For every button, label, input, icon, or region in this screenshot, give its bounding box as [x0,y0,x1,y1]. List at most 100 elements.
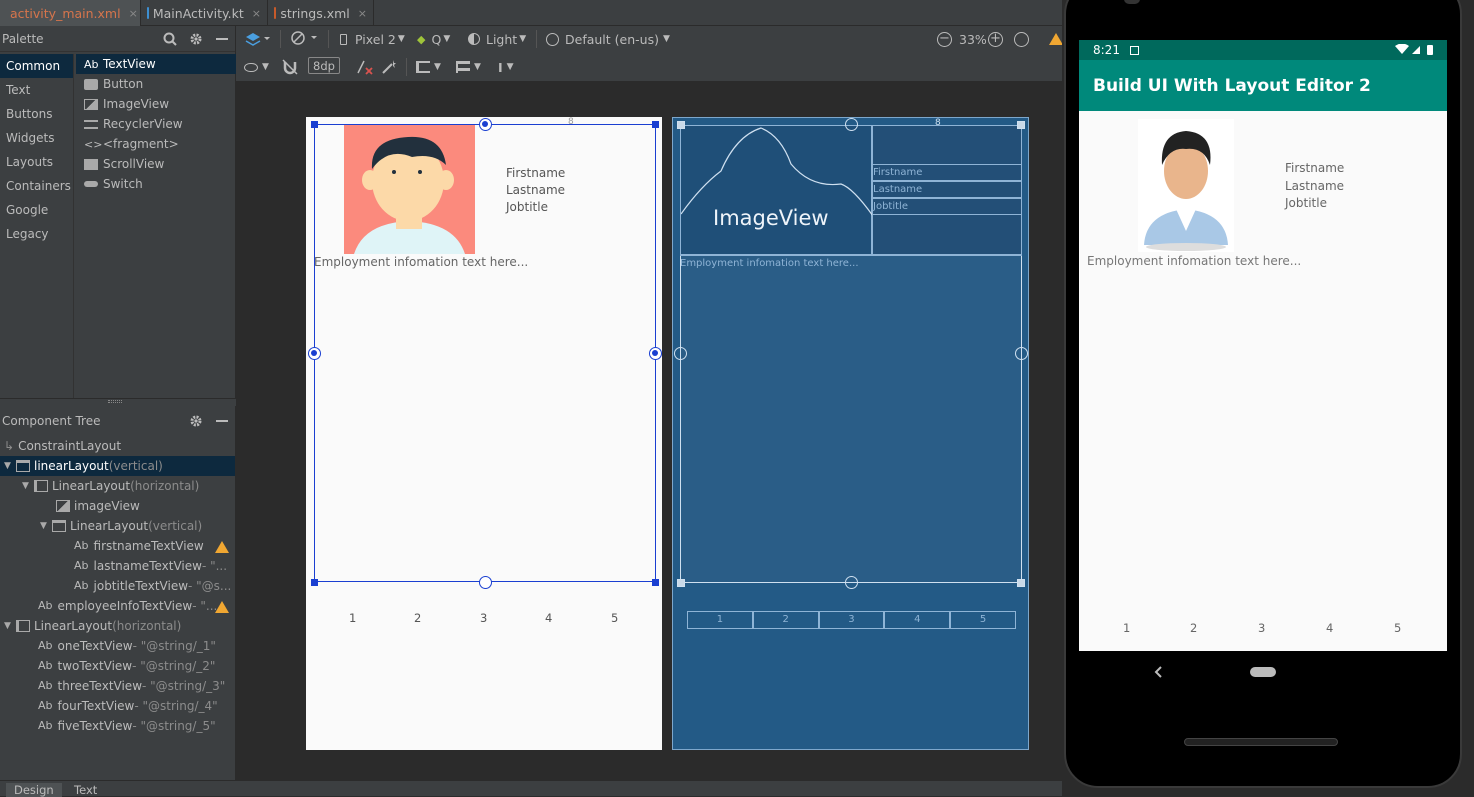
tree-row-constraintlayout[interactable]: ↳ ConstraintLayout [4,436,121,456]
tree-row-five[interactable]: Ab fiveTextView - "@string/_5" [38,716,216,736]
constraint-anchor-right[interactable] [1015,347,1028,360]
resize-handle[interactable] [1017,579,1025,587]
category-common[interactable]: Common [0,54,73,78]
device-number-one[interactable]: 1 [1123,621,1130,635]
tree-row-employee-info[interactable]: Ab employeeInfoTextView - "... [38,596,217,616]
blueprint-number-two[interactable]: 2 [752,611,819,629]
zoom-out-button[interactable]: − [937,29,952,49]
gear-icon[interactable] [189,32,203,46]
search-icon[interactable] [163,32,177,46]
blueprint-lastname[interactable]: Lastname [872,181,1022,198]
orientation-icon[interactable] [290,30,320,46]
drag-handle-icon[interactable] [108,400,122,403]
theme-selector[interactable]: Light ▼ [468,29,526,49]
tree-row-lastname[interactable]: Ab lastnameTextView - "... [74,556,227,576]
blueprint-number-four[interactable]: 4 [884,611,951,629]
palette-item-fragment[interactable]: <> <fragment> [76,134,236,154]
tree-row-three[interactable]: Ab threeTextView - "@string/_3" [38,676,225,696]
gear-icon[interactable] [189,414,203,428]
expand-arrow-icon[interactable]: ▼ [40,516,52,536]
constraint-anchor-top[interactable] [479,118,492,131]
tab-design[interactable]: Design [6,783,62,797]
constraint-anchor-top[interactable] [845,118,858,131]
category-layouts[interactable]: Layouts [0,150,73,174]
view-options-button[interactable]: ▼ [244,57,269,77]
api-selector[interactable]: ◆ Q ▼ [417,29,450,49]
design-surface[interactable]: Firstname Lastname Jobtitle Employment i… [306,117,662,750]
design-surface-layers-icon[interactable] [244,31,270,47]
tree-row-four[interactable]: Ab fourTextView - "@string/_4" [38,696,218,716]
palette-item-imageview[interactable]: ImageView [76,94,236,114]
blueprint-number-three[interactable]: 3 [818,611,885,629]
palette-item-button[interactable]: Button [76,74,236,94]
tree-row-two[interactable]: Ab twoTextView - "@string/_2" [38,656,215,676]
palette-item-recyclerview[interactable]: RecyclerView [76,114,236,134]
infer-constraints-magic-icon[interactable] [381,59,397,75]
constraint-anchor-left[interactable] [674,347,687,360]
palette-item-switch[interactable]: Switch [76,174,236,194]
blueprint-firstname[interactable]: Firstname [872,164,1022,181]
zoom-in-button[interactable]: + [988,29,1003,49]
blueprint-info[interactable]: Employment infomation text here... [680,255,1022,269]
tab-activity-main[interactable]: activity_main.xml × [0,0,141,26]
clear-constraints-icon[interactable] [356,59,374,75]
guidelines-button[interactable]: I ▼ [498,57,514,77]
resize-handle[interactable] [677,121,685,129]
blueprint-number-one[interactable]: 1 [687,611,753,629]
resize-handle[interactable] [652,579,659,586]
expand-arrow-icon[interactable]: ▼ [4,456,16,476]
tree-row-linearlayout-vertical-inner[interactable]: ▼ LinearLayout (vertical) [40,516,202,536]
device-number-three[interactable]: 3 [1258,621,1265,635]
number-three[interactable]: 3 [480,611,487,625]
blueprint-surface[interactable]: ImageView Firstname Lastname Jobtitle Em… [672,117,1029,750]
category-google[interactable]: Google [0,198,73,222]
tree-row-jobtitle[interactable]: Ab jobtitleTextView - "@s... [74,576,231,596]
align-button[interactable]: ▼ [456,57,481,77]
zoom-fit-button[interactable] [1014,29,1029,49]
close-icon[interactable]: × [358,7,367,20]
constraint-anchor-left[interactable] [308,347,321,360]
blueprint-number-five[interactable]: 5 [950,611,1016,629]
device-number-two[interactable]: 2 [1190,621,1197,635]
tree-row-one[interactable]: Ab oneTextView - "@string/_1" [38,636,216,656]
category-text[interactable]: Text [0,78,73,102]
profile-image[interactable] [1138,119,1234,252]
number-two[interactable]: 2 [414,611,421,625]
resize-handle[interactable] [652,121,659,128]
palette-item-scrollview[interactable]: ScrollView [76,154,236,174]
palette-item-textview[interactable]: Ab TextView [76,54,236,74]
tree-row-linearlayout-vertical[interactable]: ▼ linearLayout (vertical) [0,456,235,476]
resize-handle[interactable] [311,579,318,586]
tree-row-firstname[interactable]: Ab firstnameTextView [74,536,204,556]
resize-handle[interactable] [311,121,318,128]
resize-handle[interactable] [1017,121,1025,129]
device-selector[interactable]: Pixel 2 ▼ [340,29,405,49]
constraint-anchor-right[interactable] [649,347,662,360]
number-one[interactable]: 1 [349,611,356,625]
warning-icon[interactable] [1049,33,1063,45]
number-five[interactable]: 5 [611,611,618,625]
tab-main-activity[interactable]: MainActivity.kt × [141,0,268,26]
device-number-five[interactable]: 5 [1394,621,1401,635]
close-icon[interactable]: × [252,7,261,20]
device-number-four[interactable]: 4 [1326,621,1333,635]
autoconnect-magnet-icon[interactable] [282,59,298,75]
minimize-icon[interactable] [216,38,228,40]
minimize-icon[interactable] [216,420,228,422]
expand-arrow-icon[interactable]: ▼ [4,616,16,636]
blueprint-imageview[interactable]: ImageView [680,125,874,255]
constraint-anchor-bottom[interactable] [479,576,492,589]
warning-icon[interactable] [215,541,229,553]
resize-handle[interactable] [677,579,685,587]
back-nav-icon[interactable] [1153,665,1163,679]
panel-splitter[interactable] [0,398,236,406]
category-legacy[interactable]: Legacy [0,222,73,246]
category-widgets[interactable]: Widgets [0,126,73,150]
pack-button[interactable]: ▼ [416,57,441,77]
number-four[interactable]: 4 [545,611,552,625]
locale-selector[interactable]: Default (en-us) ▼ [546,29,670,49]
expand-arrow-icon[interactable]: ▼ [22,476,34,496]
tree-row-linearlayout-numbers[interactable]: ▼ LinearLayout (horizontal) [4,616,181,636]
constraint-anchor-bottom[interactable] [845,576,858,589]
tree-row-imageview[interactable]: imageView [56,496,140,516]
